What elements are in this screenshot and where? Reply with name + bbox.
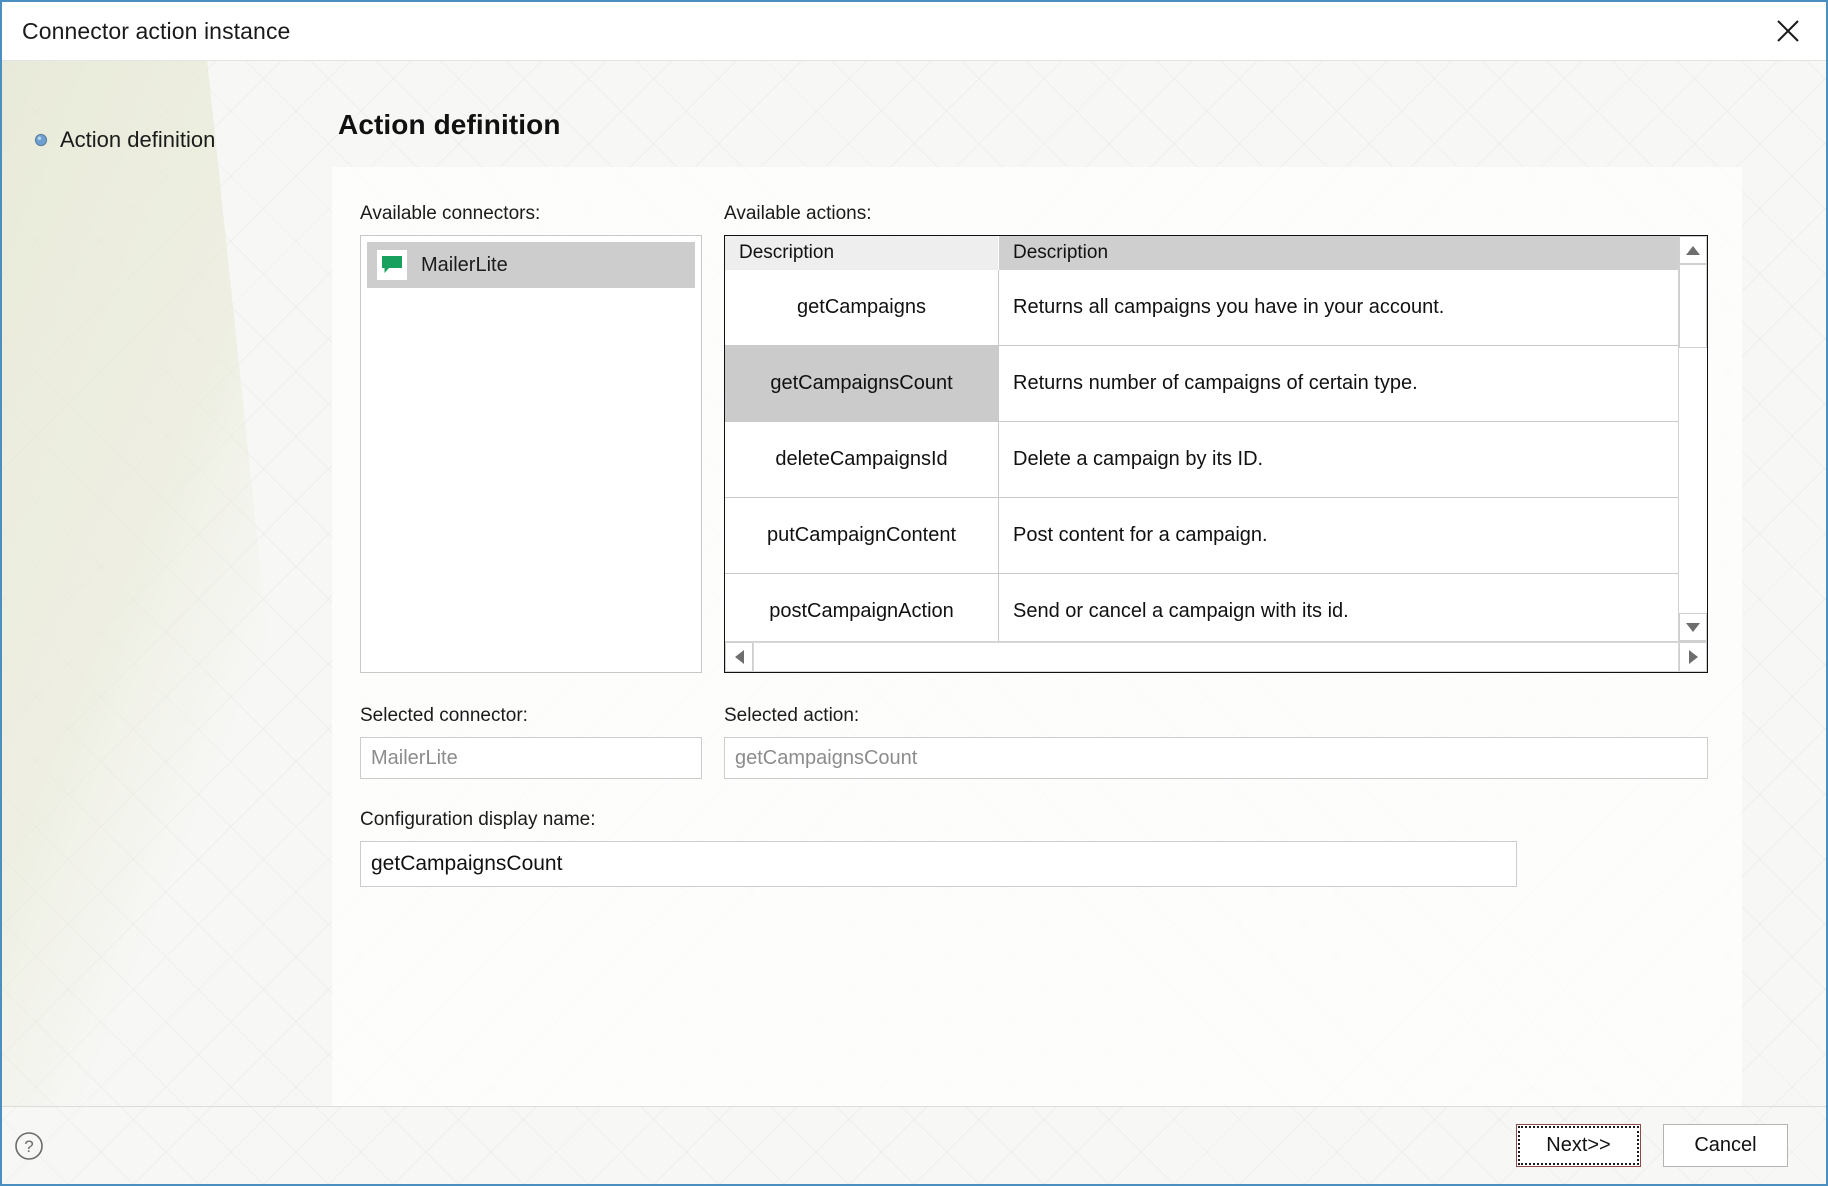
- list-item-mailerlite[interactable]: MailerLite: [367, 242, 695, 288]
- horizontal-scroll-thumb[interactable]: [753, 642, 1679, 672]
- sidebar-item-action-definition[interactable]: Action definition: [2, 123, 332, 157]
- dialog-body: Action definition Action definition Avai…: [2, 60, 1826, 1184]
- main-content: Action definition Available connectors:: [332, 61, 1826, 1106]
- cell-action-description: Post content for a campaign.: [1013, 524, 1268, 546]
- sidebar-background-wash: [2, 61, 320, 1106]
- selected-connector-field: MailerLite: [360, 737, 702, 779]
- cell-action-name: getCampaigns: [725, 270, 999, 345]
- green-speech-bubble-icon: [377, 250, 407, 280]
- available-actions-label: Available actions:: [724, 203, 872, 224]
- selected-connector-label: Selected connector:: [360, 705, 528, 726]
- available-connectors-column: Available connectors: MailerLite: [360, 203, 702, 673]
- wizard-steps-sidebar: Action definition: [2, 61, 332, 1106]
- column-header-name[interactable]: Description: [725, 236, 999, 270]
- selected-connector-block: Selected connector: MailerLite: [360, 705, 702, 779]
- table-row[interactable]: deleteCampaignsId Delete a campaign by i…: [725, 422, 1678, 498]
- selected-values-row: Selected connector: MailerLite Selected …: [360, 705, 1708, 779]
- vertical-scroll-track[interactable]: [1679, 264, 1707, 613]
- selected-action-field: getCampaignsCount: [724, 737, 1708, 779]
- dialog-footer: ? Next>> Cancel: [2, 1106, 1826, 1184]
- cell-action-description: Returns number of campaigns of certain t…: [1013, 372, 1418, 394]
- connector-action-instance-dialog: Connector action instance Action definit…: [0, 0, 1828, 1186]
- cell-action-name: putCampaignContent: [725, 498, 999, 573]
- table-body: getCampaigns Returns all campaigns you h…: [725, 270, 1678, 641]
- vertical-scroll-thumb[interactable]: [1679, 264, 1707, 348]
- selection-columns: Available connectors: MailerLite Availab…: [360, 203, 1708, 673]
- blue-diamond-bullet-icon: [34, 133, 48, 147]
- cell-action-description: Returns all campaigns you have in your a…: [1013, 296, 1445, 318]
- footer-buttons: Next>> Cancel: [1516, 1124, 1788, 1167]
- table-columns: Description Description getCampaigns Ret…: [725, 236, 1678, 641]
- question-mark-circle-icon[interactable]: ?: [12, 1129, 46, 1163]
- sidebar-item-label: Action definition: [60, 127, 216, 152]
- dialog-title: Connector action instance: [22, 17, 291, 44]
- content-row: Action definition Action definition Avai…: [2, 61, 1826, 1106]
- cell-action-name: postCampaignAction: [725, 574, 999, 641]
- triangle-up-icon[interactable]: [1679, 236, 1707, 264]
- close-icon[interactable]: [1768, 11, 1808, 51]
- selected-action-label: Selected action:: [724, 705, 860, 726]
- cell-action-name: getCampaignsCount: [725, 346, 999, 421]
- list-item-label: MailerLite: [421, 253, 508, 276]
- cell-action-name: deleteCampaignsId: [725, 422, 999, 497]
- sidebar-step-list: Action definition: [2, 61, 332, 157]
- table-vertical-scrollbar[interactable]: [1678, 236, 1707, 641]
- action-definition-panel: Available connectors: MailerLite Availab…: [332, 167, 1742, 1106]
- table-row[interactable]: getCampaigns Returns all campaigns you h…: [725, 270, 1678, 346]
- table-header-row: Description Description: [725, 236, 1678, 270]
- available-actions-table: Description Description getCampaigns Ret…: [724, 235, 1708, 673]
- column-header-description[interactable]: Description: [999, 236, 1678, 270]
- cancel-button[interactable]: Cancel: [1663, 1124, 1788, 1167]
- available-connectors-listbox[interactable]: MailerLite: [360, 235, 702, 673]
- horizontal-scroll-track[interactable]: [753, 642, 1679, 672]
- table-horizontal-scrollbar[interactable]: [725, 641, 1707, 672]
- triangle-right-icon[interactable]: [1679, 642, 1707, 672]
- cell-action-description: Delete a campaign by its ID.: [1013, 448, 1264, 470]
- available-connectors-label: Available connectors:: [360, 203, 541, 224]
- table-row[interactable]: putCampaignContent Post content for a ca…: [725, 498, 1678, 574]
- page-title: Action definition: [338, 109, 561, 140]
- available-actions-column: Available actions: Description Descripti…: [724, 203, 1708, 673]
- table-row[interactable]: postCampaignAction Send or cancel a camp…: [725, 574, 1678, 641]
- cell-action-description: Send or cancel a campaign with its id.: [1013, 600, 1349, 622]
- configuration-display-name-input[interactable]: getCampaignsCount: [360, 841, 1517, 887]
- configuration-display-name-label: Configuration display name:: [360, 809, 596, 830]
- table-top: Description Description getCampaigns Ret…: [725, 236, 1707, 641]
- svg-text:?: ?: [24, 1137, 33, 1156]
- selected-action-block: Selected action: getCampaignsCount: [724, 705, 1708, 779]
- dialog-titlebar: Connector action instance: [2, 2, 1826, 60]
- triangle-down-icon[interactable]: [1679, 613, 1707, 641]
- triangle-left-icon[interactable]: [725, 642, 753, 672]
- configuration-display-name-block: Configuration display name: getCampaigns…: [360, 809, 1708, 887]
- next-button[interactable]: Next>>: [1516, 1124, 1641, 1167]
- table-row[interactable]: getCampaignsCount Returns number of camp…: [725, 346, 1678, 422]
